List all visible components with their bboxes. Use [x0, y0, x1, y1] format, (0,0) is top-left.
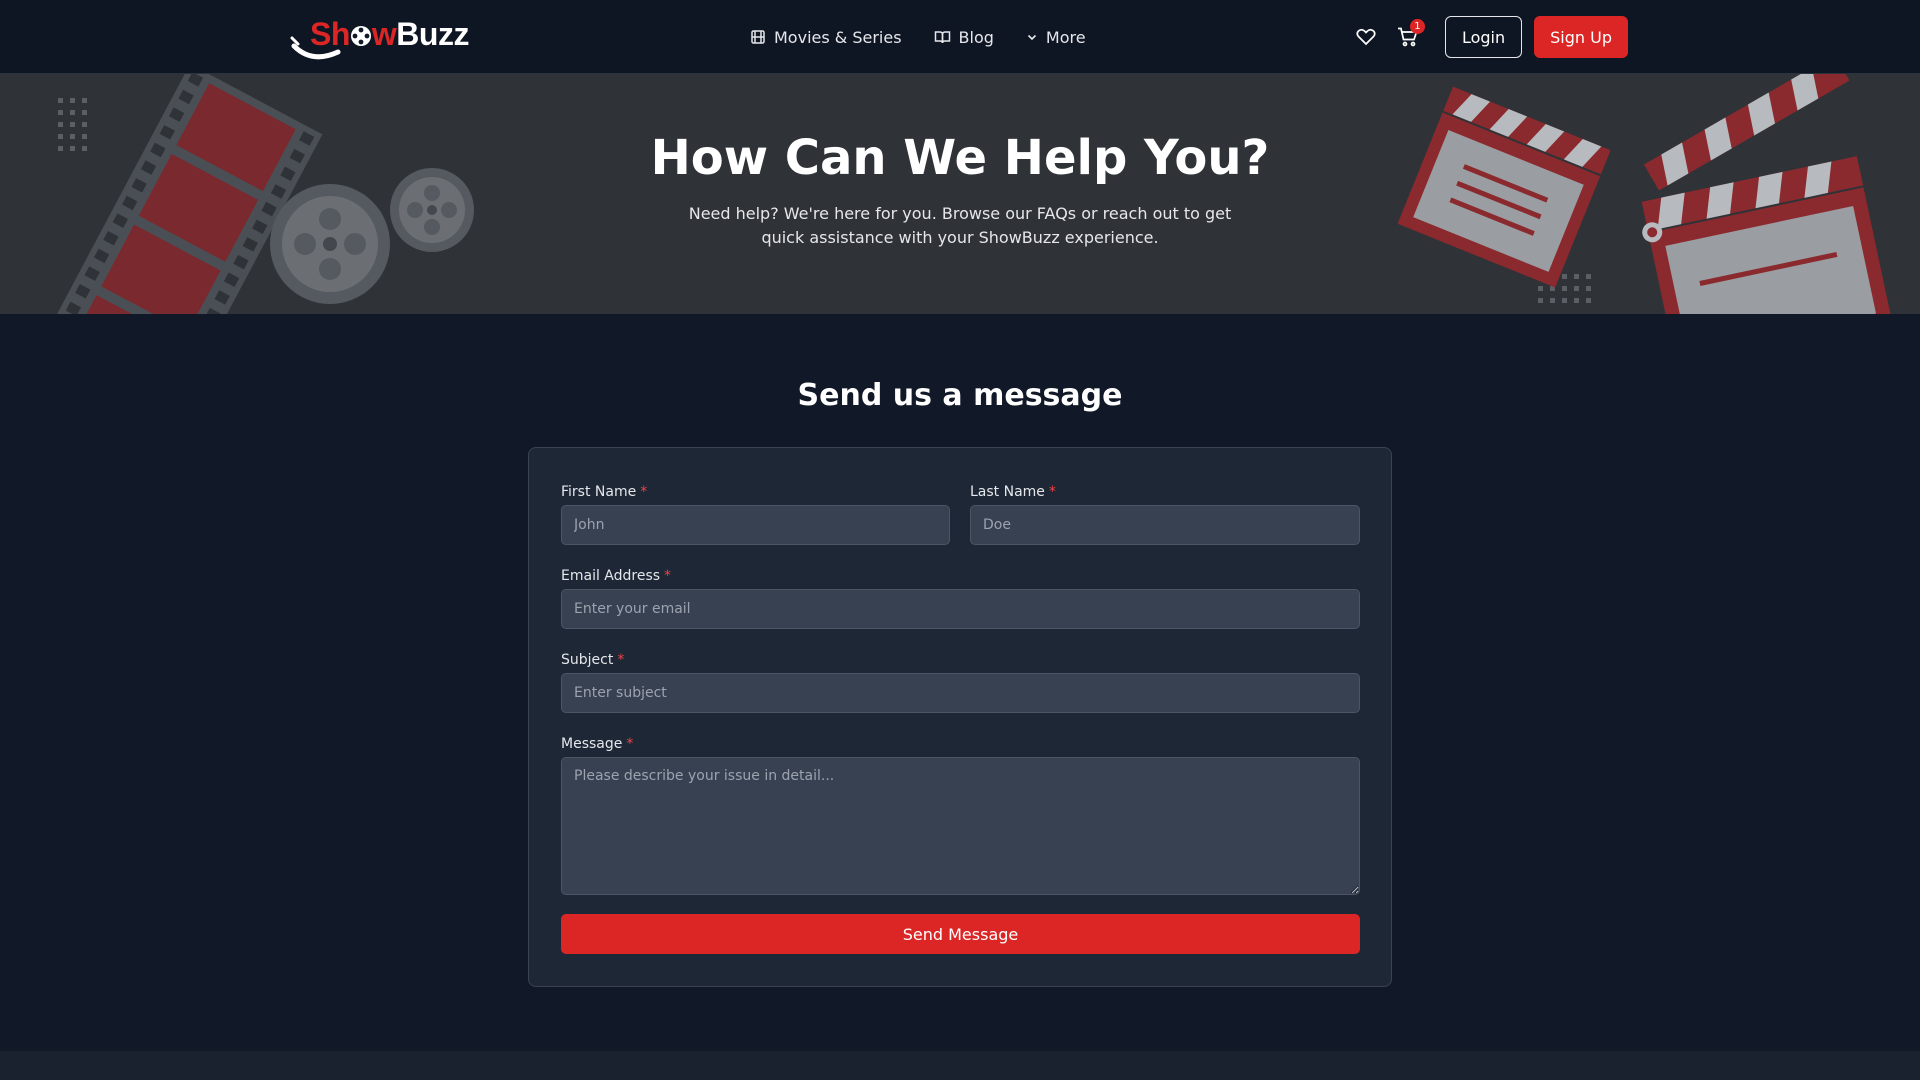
message-label-text: Message	[561, 736, 623, 752]
heart-icon	[1356, 28, 1376, 46]
film-reel-large	[270, 184, 390, 304]
nav-blog-label: Blog	[958, 27, 994, 47]
film-icon	[751, 30, 765, 44]
signup-button[interactable]: Sign Up	[1534, 16, 1628, 58]
subject-input[interactable]	[561, 673, 1360, 713]
last-name-label: Last Name *	[970, 484, 1056, 500]
send-message-button[interactable]: Send Message	[561, 914, 1360, 954]
film-strip-graphic	[35, 74, 323, 314]
first-name-label-text: First Name	[561, 484, 637, 500]
cart-count-badge: 1	[1409, 19, 1425, 34]
main-nav: Movies & Series Blog More	[750, 22, 1086, 52]
subject-label-text: Subject	[561, 652, 614, 668]
logo-text-w: w	[371, 16, 397, 52]
contact-form-title: Send us a message	[797, 378, 1123, 413]
navbar: Sh wBuzz Movies & Series Blog More 1 Log…	[0, 0, 1920, 74]
book-open-icon	[934, 31, 950, 44]
message-label: Message *	[561, 736, 633, 752]
email-label-text: Email Address	[561, 568, 661, 584]
last-name-label-text: Last Name	[970, 484, 1045, 500]
login-button[interactable]: Login	[1444, 16, 1523, 58]
required-asterisk: *	[1048, 484, 1056, 500]
clapperboard-graphic-1	[1397, 86, 1611, 288]
required-asterisk: *	[664, 568, 672, 584]
logo-text-sh: Sh	[310, 16, 350, 52]
logo-text-buzz: Buzz	[396, 16, 469, 52]
last-name-input[interactable]	[970, 505, 1360, 545]
contact-form: First Name* Last Name* Email Address* Su…	[528, 447, 1392, 987]
wishlist-button[interactable]	[1351, 22, 1381, 52]
hero-background-decoration	[35, 74, 1893, 314]
footer-top-edge	[0, 1051, 1920, 1080]
nav-actions: 1 Login Sign Up	[1351, 16, 1628, 58]
clapperboard-graphic-2	[1641, 74, 1893, 314]
email-input[interactable]	[561, 589, 1360, 629]
hero-title: How Can We Help You?	[650, 130, 1270, 186]
cart-button[interactable]: 1	[1393, 19, 1425, 52]
nav-more-dropdown[interactable]: More	[1026, 28, 1086, 47]
email-label: Email Address *	[561, 568, 671, 584]
nav-movies-series[interactable]: Movies & Series	[750, 28, 902, 47]
first-name-input[interactable]	[561, 505, 950, 545]
first-name-label: First Name *	[561, 484, 647, 500]
required-asterisk: *	[626, 736, 634, 752]
chevron-down-icon	[1027, 34, 1036, 41]
logo-text: Sh wBuzz	[310, 16, 469, 53]
hero-subtitle: Need help? We're here for you. Browse ou…	[688, 204, 1232, 247]
required-asterisk: *	[617, 652, 625, 668]
nav-movies-series-label: Movies & Series	[774, 27, 902, 47]
nav-more-label: More	[1045, 27, 1086, 47]
message-textarea[interactable]	[561, 757, 1360, 895]
nav-blog[interactable]: Blog	[934, 28, 994, 47]
film-reel-logo-icon	[350, 26, 371, 46]
hero-banner: How Can We Help You? Need help? We're he…	[0, 74, 1920, 314]
showbuzz-logo[interactable]: Sh wBuzz	[290, 14, 469, 60]
required-asterisk: *	[640, 484, 648, 500]
subject-label: Subject *	[561, 652, 624, 668]
